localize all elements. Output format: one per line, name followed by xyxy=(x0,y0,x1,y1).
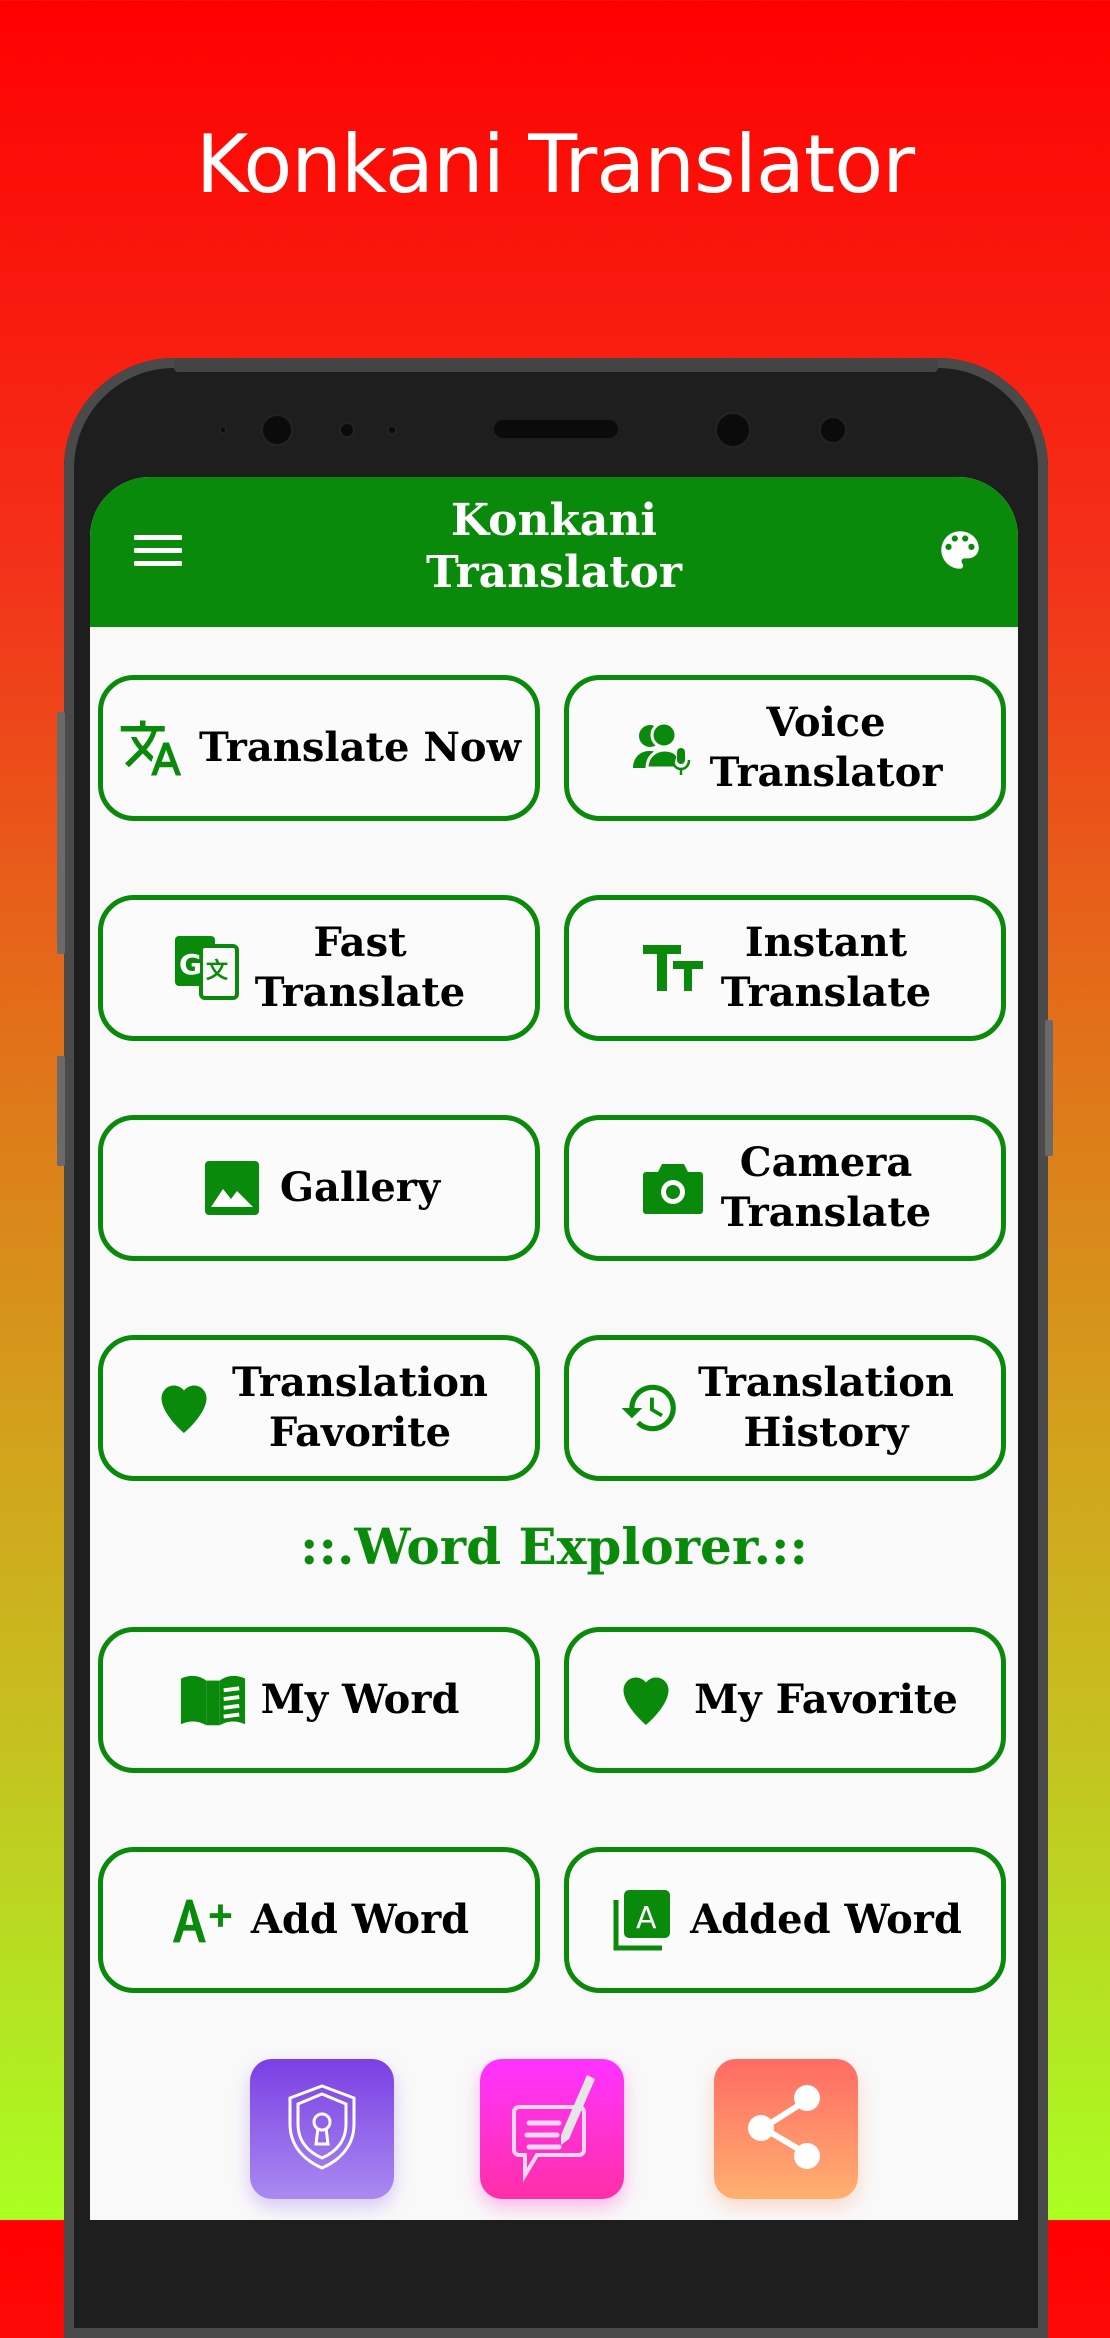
app-title: Konkani Translator xyxy=(90,495,1018,599)
add-word-label: Add Word xyxy=(250,1896,470,1943)
chat-edit-icon xyxy=(497,2067,607,2192)
share-button[interactable] xyxy=(714,2059,858,2199)
my-favorite-button[interactable]: My Favorite xyxy=(564,1627,1006,1773)
voice-people-mic-icon xyxy=(628,714,696,782)
promo-title: Konkani Translator xyxy=(195,118,915,211)
translate-icon xyxy=(117,714,185,782)
gallery-button[interactable]: Gallery xyxy=(98,1115,540,1261)
gallery-label: Gallery xyxy=(279,1164,441,1211)
phone-volume-button xyxy=(57,1056,65,1166)
svg-text:G: G xyxy=(179,948,202,981)
voice-translator-label: Voice Translator xyxy=(709,699,943,796)
added-word-button[interactable]: A Added Word xyxy=(564,1847,1006,1993)
font-library-icon: A xyxy=(608,1886,676,1954)
phone-sensor xyxy=(218,425,228,435)
camera-translate-button[interactable]: Camera Translate xyxy=(564,1115,1006,1261)
translation-history-label: Translation History xyxy=(698,1359,954,1456)
feedback-button[interactable] xyxy=(480,2059,624,2199)
app-screen: Konkani Translator Translate Now Voice Tr… xyxy=(90,477,1018,2220)
translation-favorite-label: Translation Favorite xyxy=(232,1359,488,1456)
phone-power-button xyxy=(1045,1020,1053,1156)
instant-translate-button[interactable]: Instant Translate xyxy=(564,895,1006,1041)
translation-favorite-button[interactable]: Translation Favorite xyxy=(98,1335,540,1481)
app-bar: Konkani Translator xyxy=(90,477,1018,627)
privacy-policy-button[interactable] xyxy=(250,2059,394,2199)
google-translate-icon: G文 xyxy=(173,934,241,1002)
camera-translate-label: Camera Translate xyxy=(720,1139,932,1236)
add-word-button[interactable]: Add Word xyxy=(98,1847,540,1993)
font-size-increase-icon xyxy=(169,1886,237,1954)
phone-volume-button xyxy=(57,712,65,954)
heart-icon xyxy=(612,1666,680,1734)
image-icon xyxy=(198,1154,266,1222)
share-icon xyxy=(743,2082,829,2177)
phone-speaker xyxy=(494,420,618,438)
svg-text:A: A xyxy=(636,1901,657,1936)
palette-icon[interactable] xyxy=(935,525,985,575)
phone-sensor xyxy=(818,415,848,445)
phone-sensor xyxy=(338,421,356,439)
phone-top-rim xyxy=(174,358,938,372)
added-word-label: Added Word xyxy=(690,1896,962,1943)
shield-keyhole-icon xyxy=(282,2082,362,2177)
translate-now-button[interactable]: Translate Now xyxy=(98,675,540,821)
app-title-line2: Translator xyxy=(425,547,683,598)
heart-icon xyxy=(150,1374,218,1442)
app-title-line1: Konkani xyxy=(450,495,658,546)
my-word-button[interactable]: My Word xyxy=(98,1627,540,1773)
phone-front-camera xyxy=(714,411,752,449)
translation-history-button[interactable]: Translation History xyxy=(564,1335,1006,1481)
history-icon xyxy=(616,1374,684,1442)
book-icon xyxy=(179,1666,247,1734)
fast-translate-button[interactable]: G文 Fast Translate xyxy=(98,895,540,1041)
my-word-label: My Word xyxy=(260,1676,460,1723)
phone-front-camera xyxy=(260,413,294,447)
my-favorite-label: My Favorite xyxy=(694,1676,958,1723)
fast-translate-label: Fast Translate xyxy=(254,919,466,1016)
svg-text:文: 文 xyxy=(206,958,229,984)
camera-icon xyxy=(639,1154,707,1222)
translate-now-label: Translate Now xyxy=(198,724,522,771)
voice-translator-button[interactable]: Voice Translator xyxy=(564,675,1006,821)
word-explorer-heading: ::.Word Explorer.:: xyxy=(300,1517,808,1576)
instant-translate-label: Instant Translate xyxy=(720,919,932,1016)
phone-sensor xyxy=(386,424,398,436)
text-size-icon xyxy=(639,934,707,1002)
